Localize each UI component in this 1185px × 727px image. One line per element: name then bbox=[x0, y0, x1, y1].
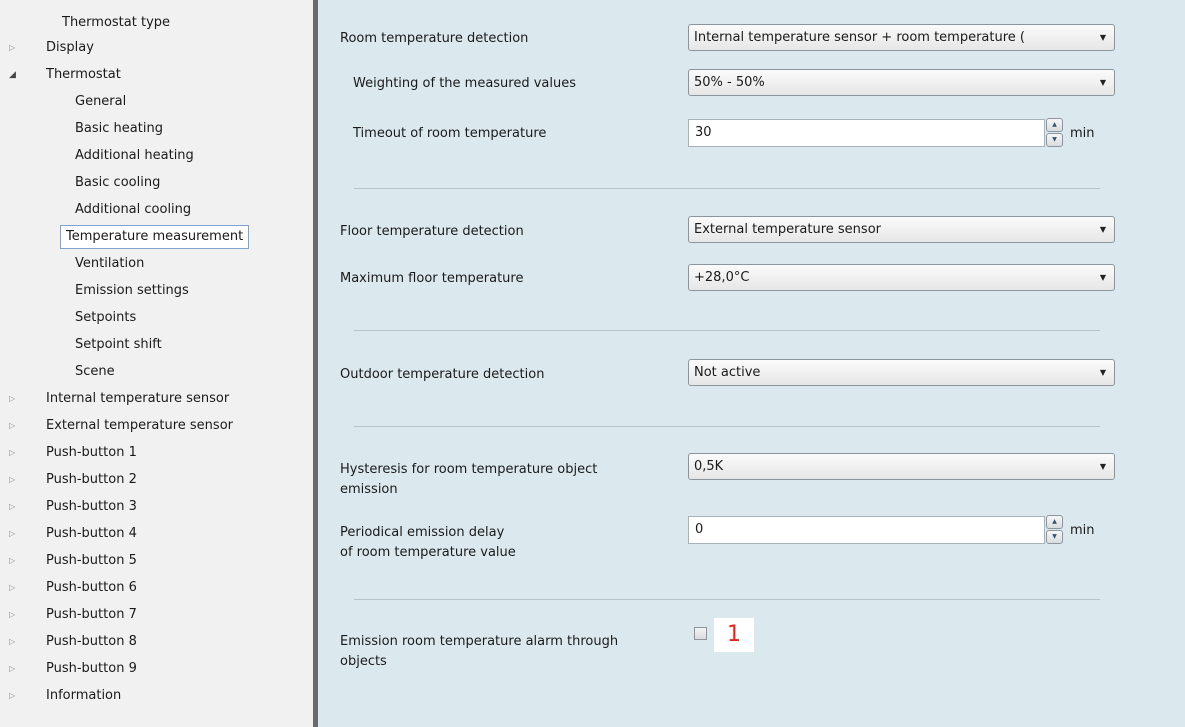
floor-temperature-detection-label: Floor temperature detection bbox=[340, 224, 524, 239]
tree-item-label: Thermostat bbox=[46, 67, 121, 82]
tree-item-label: Scene bbox=[75, 364, 115, 379]
tree-item-label: Internal temperature sensor bbox=[46, 391, 230, 406]
floor-temperature-detection-select[interactable]: External temperature sensor ▼ bbox=[688, 216, 1115, 243]
parameter-panel: Room temperature detection Internal temp… bbox=[318, 0, 1185, 727]
timeout-label: Timeout of room temperature bbox=[353, 126, 547, 141]
room-temperature-detection-select[interactable]: Internal temperature sensor + room tempe… bbox=[688, 24, 1115, 51]
tree-item-label: Emission settings bbox=[75, 283, 189, 298]
timeout-unit: min bbox=[1070, 126, 1095, 141]
weighting-label: Weighting of the measured values bbox=[353, 76, 577, 91]
tree-item-label: Thermostat type bbox=[62, 15, 171, 30]
timeout-input[interactable]: 30 bbox=[688, 119, 1045, 147]
tree-item-label: Push-button 5 bbox=[46, 553, 137, 568]
expand-arrow-icon[interactable]: ▷ bbox=[9, 36, 19, 60]
spin-up-icon[interactable]: ▲ bbox=[1046, 118, 1063, 132]
weighting-select[interactable]: 50% - 50% ▼ bbox=[688, 69, 1115, 96]
tree-item-label: Push-button 1 bbox=[46, 445, 137, 460]
select-value: 0,5K bbox=[694, 459, 724, 474]
expand-arrow-icon[interactable]: ▷ bbox=[9, 576, 19, 600]
select-value: Internal temperature sensor + room tempe… bbox=[694, 30, 1025, 45]
maximum-floor-temperature-label: Maximum floor temperature bbox=[340, 271, 524, 286]
periodical-emission-label-line2: of room temperature value bbox=[340, 545, 516, 560]
periodical-emission-label-line1: Periodical emission delay bbox=[340, 525, 505, 540]
navigation-tree: Thermostat type ▷ Display ◢ Thermostat G… bbox=[0, 0, 313, 727]
select-value: 50% - 50% bbox=[694, 75, 765, 90]
expand-arrow-icon[interactable]: ▷ bbox=[9, 441, 19, 465]
separator bbox=[354, 426, 1100, 427]
expand-arrow-icon[interactable]: ▷ bbox=[9, 495, 19, 519]
tree-item-label: General bbox=[75, 94, 127, 109]
expand-arrow-icon[interactable]: ▷ bbox=[9, 657, 19, 681]
tree-item-label: Additional cooling bbox=[75, 202, 192, 217]
chevron-down-icon: ▼ bbox=[1099, 273, 1106, 282]
alarm-label-line2: objects bbox=[340, 654, 387, 669]
tree-item-label: Basic heating bbox=[75, 121, 163, 136]
collapse-arrow-icon[interactable]: ◢ bbox=[9, 63, 19, 87]
periodical-emission-unit: min bbox=[1070, 523, 1095, 538]
tree-item-label: Ventilation bbox=[75, 256, 145, 271]
tree-item-label: Push-button 2 bbox=[46, 472, 137, 487]
expand-arrow-icon[interactable]: ▷ bbox=[9, 468, 19, 492]
chevron-down-icon: ▼ bbox=[1099, 368, 1106, 377]
tree-item-label: Setpoints bbox=[75, 310, 137, 325]
tree-item-label: Push-button 3 bbox=[46, 499, 137, 514]
callout-badge: 1 bbox=[714, 618, 754, 652]
tree-item-label: Basic cooling bbox=[75, 175, 161, 190]
spin-down-icon[interactable]: ▼ bbox=[1046, 133, 1063, 147]
chevron-down-icon: ▼ bbox=[1099, 33, 1106, 42]
tree-item-label: Push-button 7 bbox=[46, 607, 137, 622]
room-temperature-detection-label: Room temperature detection bbox=[340, 31, 529, 46]
separator bbox=[354, 599, 1100, 600]
maximum-floor-temperature-select[interactable]: +28,0°C ▼ bbox=[688, 264, 1115, 291]
tree-item-label: Push-button 8 bbox=[46, 634, 137, 649]
select-value: External temperature sensor bbox=[694, 222, 881, 237]
expand-arrow-icon[interactable]: ▷ bbox=[9, 414, 19, 438]
expand-arrow-icon[interactable]: ▷ bbox=[9, 549, 19, 573]
select-value: Not active bbox=[694, 365, 761, 380]
chevron-down-icon: ▼ bbox=[1099, 78, 1106, 87]
tree-item-label: Temperature measurement bbox=[60, 225, 250, 249]
chevron-down-icon: ▼ bbox=[1099, 225, 1106, 234]
tree-item-label: Information bbox=[46, 688, 122, 703]
separator bbox=[354, 330, 1100, 331]
alarm-checkbox[interactable] bbox=[694, 627, 707, 640]
alarm-label-line1: Emission room temperature alarm through bbox=[340, 634, 619, 649]
separator bbox=[354, 188, 1100, 189]
outdoor-temperature-detection-label: Outdoor temperature detection bbox=[340, 367, 545, 382]
hysteresis-label-line1: Hysteresis for room temperature object bbox=[340, 462, 598, 477]
spin-up-icon[interactable]: ▲ bbox=[1046, 515, 1063, 529]
outdoor-temperature-detection-select[interactable]: Not active ▼ bbox=[688, 359, 1115, 386]
tree-item-label: Push-button 6 bbox=[46, 580, 137, 595]
tree-item-label: Additional heating bbox=[75, 148, 194, 163]
expand-arrow-icon[interactable]: ▷ bbox=[9, 603, 19, 627]
tree-item-label: External temperature sensor bbox=[46, 418, 233, 433]
tree-item-label: Setpoint shift bbox=[75, 337, 162, 352]
chevron-down-icon: ▼ bbox=[1099, 462, 1106, 471]
expand-arrow-icon[interactable]: ▷ bbox=[9, 387, 19, 411]
spin-down-icon[interactable]: ▼ bbox=[1046, 530, 1063, 544]
periodical-emission-input[interactable]: 0 bbox=[688, 516, 1045, 544]
hysteresis-label-line2: emission bbox=[340, 482, 398, 497]
expand-arrow-icon[interactable]: ▷ bbox=[9, 684, 19, 708]
expand-arrow-icon[interactable]: ▷ bbox=[9, 522, 19, 546]
tree-item-label: Display bbox=[46, 40, 94, 55]
expand-arrow-icon[interactable]: ▷ bbox=[9, 630, 19, 654]
hysteresis-select[interactable]: 0,5K ▼ bbox=[688, 453, 1115, 480]
tree-item-label: Push-button 4 bbox=[46, 526, 137, 541]
tree-item-label: Push-button 9 bbox=[46, 661, 137, 676]
select-value: +28,0°C bbox=[694, 270, 750, 285]
